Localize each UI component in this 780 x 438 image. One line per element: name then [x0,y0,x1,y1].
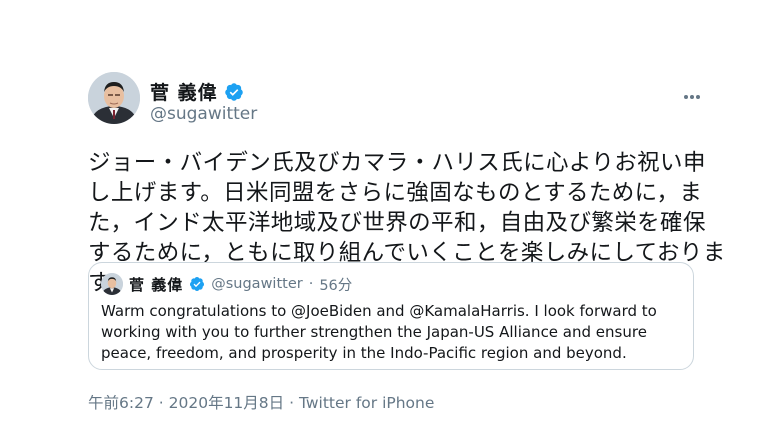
quoted-tweet[interactable]: 菅 義偉 @sugawitter · 56分 Warm congratulati… [88,262,694,370]
tweet-time: 午前6:27 [88,394,154,412]
quote-header: 菅 義偉 @sugawitter · 56分 [101,273,352,295]
footer-separator: · [289,394,295,412]
tweet-date: 2020年11月8日 [168,394,285,412]
quote-text: Warm congratulations to @JoeBiden and @K… [101,302,657,362]
tweet-page: 菅 義偉 @sugawitter ジョー・バイデン氏及びカマラ・ハリス氏に心より… [0,0,780,438]
quote-verified-badge-icon [190,277,205,291]
quote-timestamp[interactable]: 56分 [319,274,352,295]
more-options-icon[interactable] [684,84,708,99]
quote-separator: · [308,276,314,292]
verified-badge-icon [224,82,243,101]
quote-display-name: 菅 義偉 [129,275,184,294]
tweet-time-link[interactable]: 午前6:27 · 2020年11月8日 [88,394,284,412]
tweet-footer: 午前6:27 · 2020年11月8日 · Twitter for iPhone [88,391,434,413]
handle[interactable]: @sugawitter [150,104,257,124]
name-row: 菅 義偉 [150,78,244,105]
quote-handle: @sugawitter [211,276,303,292]
avatar-image [88,72,140,124]
quote-avatar [101,273,123,295]
tweet-header: 菅 義偉 @sugawitter [88,72,708,132]
tweet-source-link[interactable]: Twitter for iPhone [299,394,434,412]
avatar[interactable] [88,72,140,124]
quote-avatar-image [101,273,123,295]
display-name[interactable]: 菅 義偉 [150,78,218,105]
footer-separator: · [158,394,164,412]
